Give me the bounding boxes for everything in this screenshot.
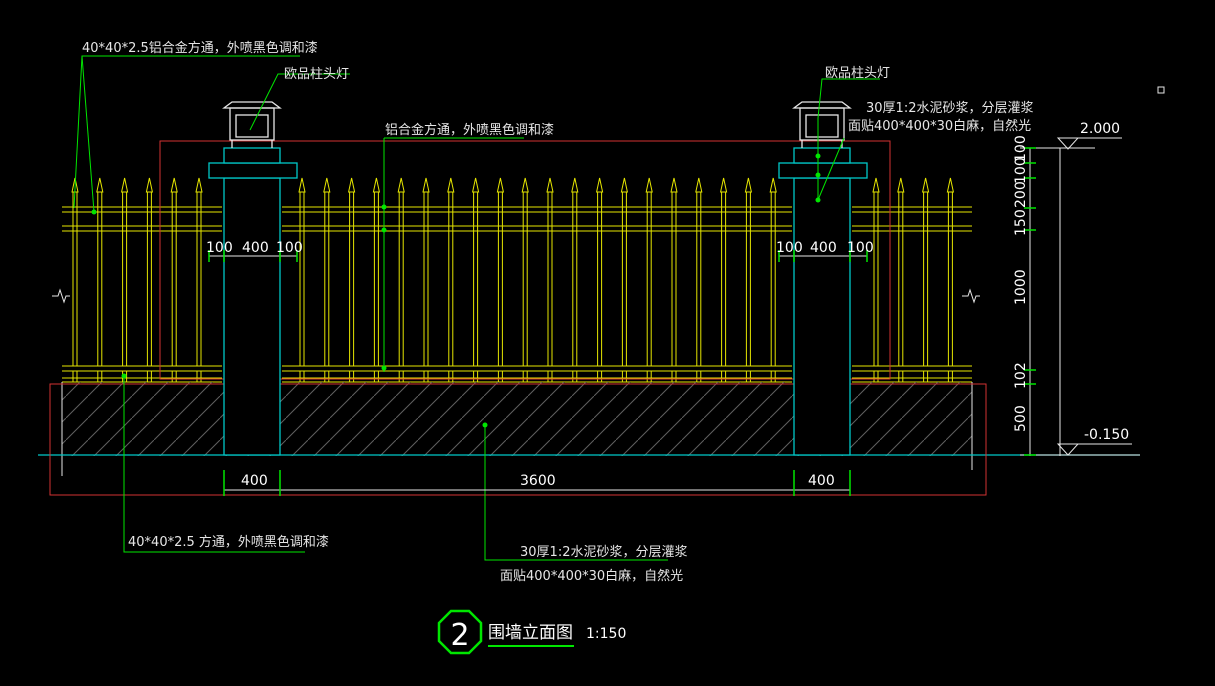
annotation-base-mortar: 30厚1:2水泥砂浆，分层灌浆 [520, 545, 687, 560]
fence-spear-tip [347, 177, 356, 193]
fence-spear-tip [897, 177, 905, 193]
fence-spear-tip [595, 177, 604, 193]
dim-vertical-2: 100 [1013, 157, 1029, 184]
dim-vertical-6: 102 [1013, 362, 1029, 389]
drawing-number: 2 [450, 618, 469, 653]
break-mark-right [962, 288, 980, 304]
drawing-scale: 1:150 [586, 626, 626, 642]
fence-spear-tip [422, 177, 430, 193]
fence-spear-tip [521, 177, 529, 193]
fence-spear-tip [397, 177, 405, 193]
fence-spear-tip [872, 177, 880, 193]
elevation-marker-bottom [1056, 443, 1132, 456]
annotation-pillar-light-right: 欧品柱头灯 [825, 66, 890, 81]
dim-pillar-right-a: 100 [776, 240, 803, 256]
fence-spear-tip [496, 177, 505, 193]
fence-spear-tip [769, 177, 777, 193]
dim-pillar-right-c: 100 [847, 240, 874, 256]
annotation-pillar-light-left: 欧品柱头灯 [284, 67, 349, 82]
fence-spear-tip [645, 177, 653, 193]
annotation-cap-finish: 面贴400*400*30白麻，自然光 [848, 118, 1031, 134]
fence-spear-tip [145, 177, 154, 193]
corner-marker [1157, 86, 1165, 94]
fence-spear-tip [447, 177, 455, 193]
fence-spear-tip [195, 177, 203, 193]
dim-bottom-left: 400 [241, 473, 268, 489]
fence-spear-tip [571, 177, 579, 193]
fence-spear-tip [719, 177, 728, 193]
drawing-title: 围墙立面图 [488, 623, 573, 643]
annotation-base-finish: 面贴400*400*30白麻，自然光 [500, 568, 683, 584]
dim-pillar-left-c: 100 [276, 240, 303, 256]
fence-spear-tip [946, 177, 955, 193]
break-mark-left [52, 288, 70, 304]
fence-spear-tip [695, 177, 703, 193]
dim-bottom-right: 400 [808, 473, 835, 489]
dim-pillar-right-b: 400 [810, 240, 837, 256]
fence-spear-tip [471, 177, 480, 193]
fence-spear-tip [298, 177, 306, 193]
annotation-cap-mortar: 30厚1:2水泥砂浆，分层灌浆 [866, 101, 1033, 116]
fence-spear-tip [170, 177, 178, 193]
dim-vertical-7: 500 [1013, 405, 1029, 432]
fence-spear-tip [921, 177, 930, 193]
dim-vertical-4: 150 [1013, 209, 1029, 236]
dim-bottom-center: 3600 [520, 473, 556, 489]
dim-pillar-left-a: 100 [206, 240, 233, 256]
fence-spear-tip [620, 177, 629, 193]
annotation-bottom-left-tube: 40*40*2.5 方通，外喷黑色调和漆 [128, 534, 329, 550]
dim-pillar-left-b: 400 [242, 240, 269, 256]
fence-spear-tip [323, 177, 331, 193]
annotation-top-left-tube: 40*40*2.5铝合金方通，外喷黑色调和漆 [82, 40, 318, 56]
cad-drawing: 40*40*2.5铝合金方通，外喷黑色调和漆 欧品柱头灯 欧品柱头灯 铝合金方通… [38, 40, 1165, 655]
elevation-marker-top [1056, 137, 1122, 150]
fence-spear-tip [670, 177, 678, 193]
elevation-bottom-label: -0.150 [1084, 427, 1129, 443]
elevation-top-label: 2.000 [1080, 121, 1120, 137]
annotation-center-tube: 铝合金方通，外喷黑色调和漆 [385, 122, 554, 138]
fence-spear-tip [546, 177, 554, 193]
fence-spear-tip [372, 177, 381, 193]
dim-vertical-3: 200 [1013, 181, 1029, 208]
fence-spear-tip [96, 177, 104, 193]
dim-vertical-5: 1000 [1013, 269, 1029, 305]
fence-spear-tip [744, 177, 753, 193]
fence-spear-tip [120, 177, 129, 193]
